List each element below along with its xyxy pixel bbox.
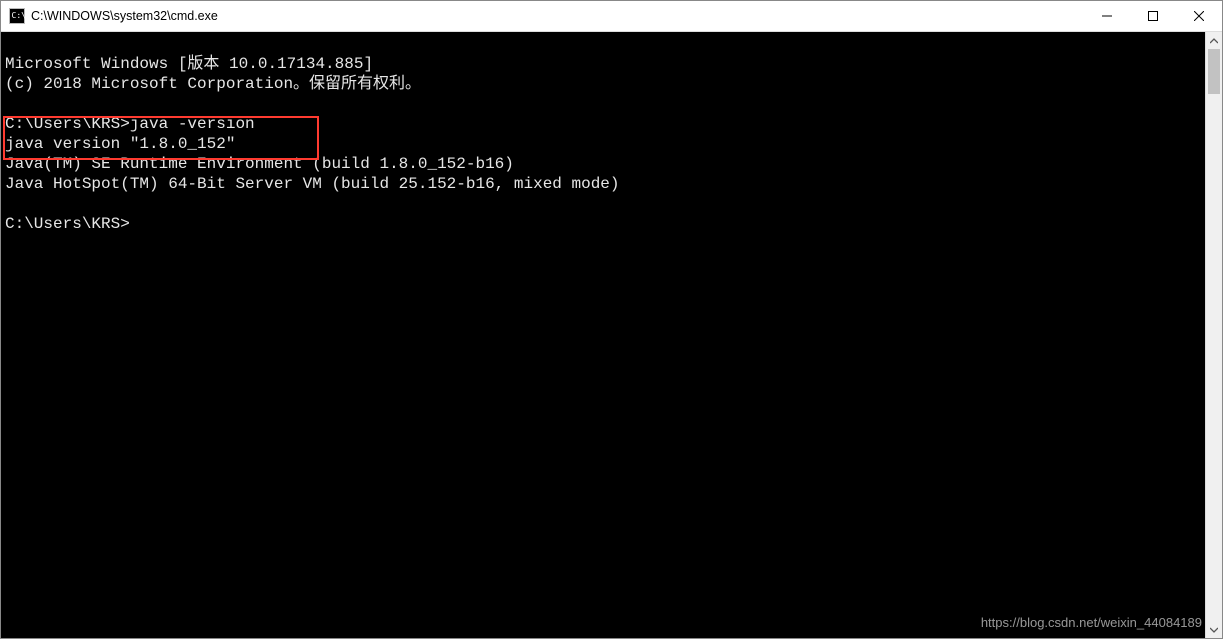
maximize-button[interactable] bbox=[1130, 1, 1176, 32]
console-output[interactable]: Microsoft Windows [版本 10.0.17134.885] (c… bbox=[1, 32, 1205, 638]
scroll-track[interactable] bbox=[1206, 94, 1222, 621]
scroll-up-arrow[interactable] bbox=[1206, 32, 1222, 49]
console-area: Microsoft Windows [版本 10.0.17134.885] (c… bbox=[1, 32, 1222, 638]
svg-text:C:\: C:\ bbox=[12, 11, 26, 20]
console-line: Java HotSpot(TM) 64-Bit Server VM (build… bbox=[5, 175, 620, 193]
console-line: C:\Users\KRS>java -version bbox=[5, 115, 255, 133]
vertical-scrollbar[interactable] bbox=[1205, 32, 1222, 638]
window-title: C:\WINDOWS\system32\cmd.exe bbox=[31, 9, 218, 23]
console-line: Java(TM) SE Runtime Environment (build 1… bbox=[5, 155, 514, 173]
console-line: (c) 2018 Microsoft Corporation。保留所有权利。 bbox=[5, 75, 421, 93]
scroll-down-arrow[interactable] bbox=[1206, 621, 1222, 638]
console-line: C:\Users\KRS> bbox=[5, 215, 130, 233]
minimize-button[interactable] bbox=[1084, 1, 1130, 32]
cmd-window: C:\ C:\WINDOWS\system32\cmd.exe Microsof… bbox=[0, 0, 1223, 639]
cmd-icon: C:\ bbox=[9, 8, 25, 24]
window-controls bbox=[1084, 1, 1222, 32]
close-button[interactable] bbox=[1176, 1, 1222, 32]
console-line: Microsoft Windows [版本 10.0.17134.885] bbox=[5, 55, 373, 73]
titlebar[interactable]: C:\ C:\WINDOWS\system32\cmd.exe bbox=[1, 1, 1222, 32]
console-line: java version "1.8.0_152" bbox=[5, 135, 235, 153]
scroll-thumb[interactable] bbox=[1208, 49, 1220, 94]
